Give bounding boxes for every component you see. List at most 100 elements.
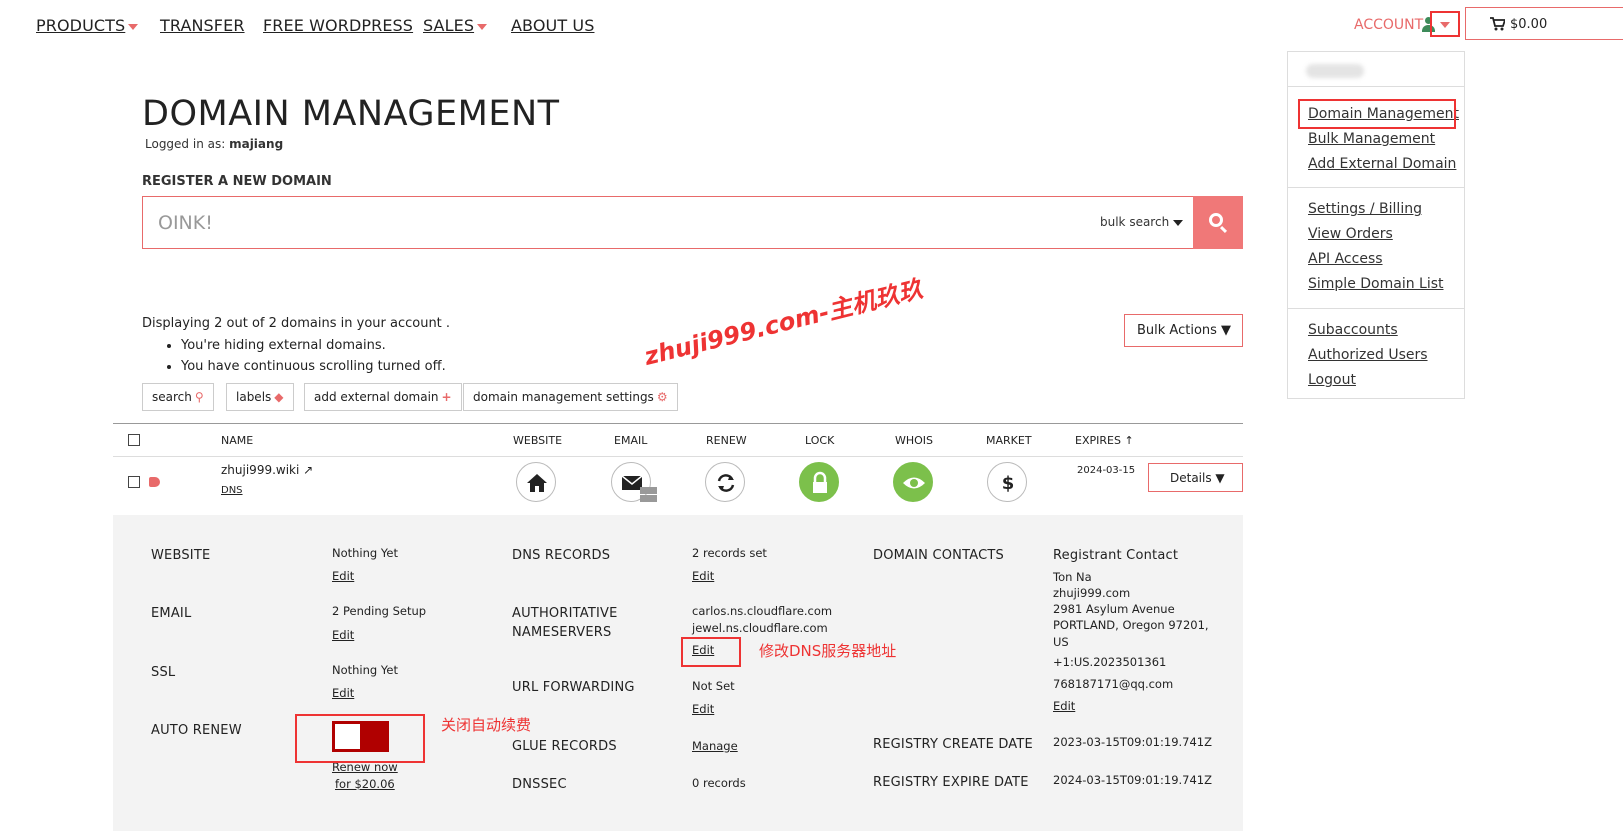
- col-name[interactable]: NAME: [221, 434, 253, 447]
- annotation-box: [295, 714, 425, 763]
- renew-button[interactable]: [705, 462, 745, 502]
- contacts-edit-link[interactable]: Edit: [1053, 699, 1075, 713]
- dns-records-edit-link[interactable]: Edit: [692, 569, 714, 583]
- registrant-title: Registrant Contact: [1053, 548, 1179, 563]
- eye-icon: [903, 477, 925, 489]
- divider: [1288, 187, 1464, 188]
- col-website: WEBSITE: [513, 434, 563, 447]
- dnssec-label: DNSSEC: [512, 777, 567, 792]
- bulk-search-toggle[interactable]: bulk search: [1100, 215, 1184, 229]
- dns-link[interactable]: DNS: [221, 485, 243, 496]
- menu-add-external-domain[interactable]: Add External Domain: [1308, 156, 1456, 172]
- registry-expire-value: 2024-03-15T09:01:19.741Z: [1053, 773, 1212, 787]
- add-external-domain-button[interactable]: add external domain +: [304, 383, 462, 411]
- menu-simple-domain-list[interactable]: Simple Domain List: [1308, 276, 1444, 292]
- account-menu-toggle[interactable]: [1430, 11, 1460, 37]
- website-button[interactable]: [516, 462, 556, 502]
- url-forwarding-label: URL FORWARDING: [512, 680, 635, 695]
- dns-records-value: 2 records set: [692, 546, 767, 560]
- email-edit-link[interactable]: Edit: [332, 628, 354, 642]
- nav-transfer[interactable]: TRANSFER: [160, 16, 245, 35]
- watermark-text: zhuji999.com-主机玖玖: [641, 274, 926, 371]
- renew-annotation-text: 关闭自动续费: [441, 716, 532, 734]
- registrant-phone: +1:US.2023501361: [1053, 655, 1167, 669]
- registrant-address-2: PORTLAND, Oregon 97201,: [1053, 618, 1209, 632]
- account-link[interactable]: ACCOUNT: [1354, 17, 1423, 33]
- refresh-icon: [717, 474, 735, 492]
- lock-button[interactable]: [799, 462, 839, 502]
- dns-records-label: DNS RECORDS: [512, 548, 611, 563]
- logged-in-text: Logged in as: majiang: [145, 137, 284, 151]
- gear-icon: ⚙: [656, 390, 668, 404]
- menu-bulk-management[interactable]: Bulk Management: [1308, 131, 1435, 147]
- whois-button[interactable]: [893, 462, 933, 502]
- nameserver-1: carlos.ns.cloudflare.com: [692, 604, 833, 618]
- ssl-value: Nothing Yet: [332, 663, 398, 677]
- col-market: MARKET: [986, 434, 1032, 447]
- ssl-edit-link[interactable]: Edit: [332, 686, 354, 700]
- row-checkbox[interactable]: [128, 476, 140, 488]
- expires-date: 2024-03-15: [1077, 465, 1136, 476]
- menu-settings-billing[interactable]: Settings / Billing: [1308, 201, 1422, 217]
- search-icon: [1209, 213, 1223, 227]
- divider: [113, 456, 1243, 457]
- col-expires[interactable]: EXPIRES ↑: [1075, 434, 1134, 447]
- search-icon: ⚲: [194, 390, 204, 404]
- envelope-icon: [621, 475, 657, 502]
- glue-records-label: GLUE RECORDS: [512, 739, 617, 754]
- col-lock: LOCK: [805, 434, 835, 447]
- menu-authorized-users[interactable]: Authorized Users: [1308, 347, 1428, 363]
- renew-price-link[interactable]: for $20.06: [335, 777, 395, 791]
- website-value: Nothing Yet: [332, 546, 398, 560]
- col-email: EMAIL: [614, 434, 648, 447]
- registrant-org: zhuji999.com: [1053, 586, 1131, 600]
- website-label: WEBSITE: [151, 548, 211, 563]
- url-forwarding-value: Not Set: [692, 679, 735, 693]
- cart-button[interactable]: $0.00: [1465, 7, 1623, 40]
- details-button[interactable]: Details ▼: [1148, 463, 1243, 492]
- chevron-down-icon: [1173, 219, 1184, 226]
- menu-api-access[interactable]: API Access: [1308, 251, 1383, 267]
- sort-arrow-icon: ↑: [1120, 434, 1134, 447]
- annotation-box: [1298, 99, 1456, 129]
- search-button[interactable]: [1193, 196, 1243, 249]
- blurred-username: [1306, 64, 1364, 78]
- select-all-checkbox[interactable]: [128, 434, 140, 446]
- email-label: EMAIL: [151, 606, 192, 621]
- chevron-down-icon: [477, 23, 488, 30]
- domain-management-settings-button[interactable]: domain management settings ⚙: [463, 383, 678, 411]
- plus-icon: +: [441, 390, 452, 404]
- url-forwarding-edit-link[interactable]: Edit: [692, 702, 714, 716]
- cart-icon: [1490, 17, 1505, 31]
- bulk-actions-button[interactable]: Bulk Actions ▼: [1124, 314, 1243, 347]
- nav-about-us[interactable]: ABOUT US: [511, 16, 594, 35]
- email-button[interactable]: [611, 462, 657, 502]
- registrant-name: Ton Na: [1053, 570, 1092, 584]
- labels-button[interactable]: labels ◆: [226, 383, 294, 411]
- tag-icon[interactable]: [149, 477, 160, 487]
- external-link-icon: ↗: [303, 463, 314, 477]
- nameserver-2: jewel.ns.cloudflare.com: [692, 621, 828, 635]
- svg-text:$: $: [1002, 473, 1015, 494]
- domain-search-input[interactable]: [143, 197, 1083, 248]
- domain-name-link[interactable]: zhuji999.wiki ↗: [221, 463, 313, 477]
- website-edit-link[interactable]: Edit: [332, 569, 354, 583]
- auth-ns-label: AUTHORITATIVE: [512, 606, 618, 621]
- registrant-address-1: 2981 Asylum Avenue: [1053, 602, 1175, 616]
- auth-ns-label-2: NAMESERVERS: [512, 625, 612, 640]
- nav-products[interactable]: PRODUCTS: [36, 16, 139, 35]
- nav-free-wordpress[interactable]: FREE WORDPRESS: [263, 16, 413, 35]
- nav-sales[interactable]: SALES: [423, 16, 488, 35]
- tag-icon: ◆: [274, 390, 284, 404]
- menu-view-orders[interactable]: View Orders: [1308, 226, 1393, 242]
- menu-subaccounts[interactable]: Subaccounts: [1308, 322, 1398, 338]
- glue-records-manage-link[interactable]: Manage: [692, 739, 738, 753]
- lock-icon: [813, 471, 827, 493]
- search-filter-button[interactable]: search ⚲: [142, 383, 214, 411]
- list-item: You're hiding external domains.: [181, 335, 446, 356]
- registrant-email: 768187171@qq.com: [1053, 677, 1174, 691]
- market-button[interactable]: $: [987, 462, 1027, 502]
- chevron-down-icon: [128, 23, 139, 30]
- registry-expire-label: REGISTRY EXPIRE DATE: [873, 775, 1029, 790]
- menu-logout[interactable]: Logout: [1308, 372, 1356, 388]
